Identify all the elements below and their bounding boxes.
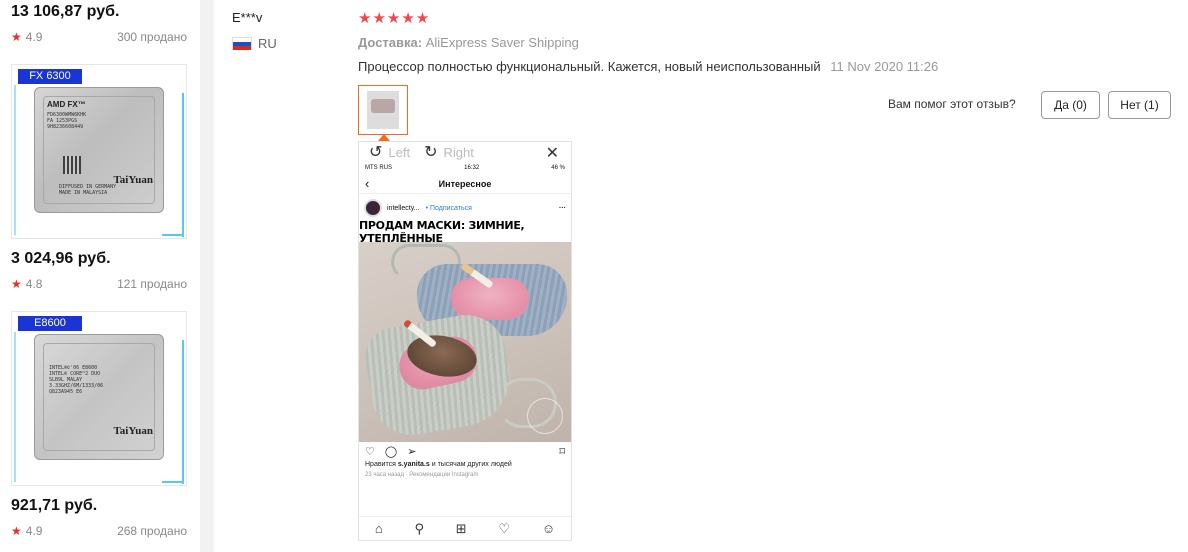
selected-thumb-caret — [378, 134, 390, 141]
more-icon: ··· — [559, 204, 566, 212]
star-icon: ★ — [11, 524, 22, 538]
avatar — [364, 199, 382, 217]
product-sold-count: 268 продано — [117, 524, 187, 538]
product-thumbnail[interactable]: AMD FX™ FD6300WMW6KHK FA 1253PGS 9H82366… — [11, 64, 187, 239]
delivery-label: Доставка: — [358, 35, 423, 50]
reviewer-country: RU — [232, 36, 277, 51]
review-photo-thumbnail[interactable] — [358, 85, 408, 135]
chip-origin: DIFFUSED IN GERMANY MADE IN MALAYSIA — [59, 184, 117, 196]
heart-icon: ♡ — [498, 520, 511, 536]
helpful-yes-button[interactable]: Да (0) — [1041, 91, 1100, 119]
ig-post-meta: 23 часа назад · Рекомендации Instagram — [365, 472, 479, 478]
rotate-left-label: Left — [388, 144, 411, 160]
product-thumbnail[interactable]: INTEL®©'06 E8600 INTEL® CORE™2 DUO SLB9L… — [11, 311, 187, 486]
product-price[interactable]: 3 024,96 руб. — [11, 250, 111, 268]
heart-icon: ♡ — [365, 445, 375, 458]
thumb-highlight — [182, 340, 184, 484]
star-icon: ★ — [11, 30, 22, 44]
product-rating: 4.9 — [25, 30, 43, 44]
product-rating: 4.8 — [25, 277, 43, 291]
phone-status-bar: MTS RUS 16:32 46 % — [359, 162, 571, 174]
star-icon: ★ — [11, 277, 22, 291]
ig-follow: • Подписаться — [425, 204, 472, 212]
chip-brand: TaiYuan — [113, 174, 153, 186]
viewer-toolbar: ↺ Left ↻ Right ✕ — [359, 142, 571, 162]
phone-time: 16:32 — [464, 165, 480, 171]
product-sold-count: 121 продано — [117, 277, 187, 291]
battery: 46 % — [551, 165, 565, 171]
qr-code — [63, 156, 81, 174]
country-code: RU — [258, 36, 277, 51]
masks-photo — [359, 242, 571, 442]
chip-markings: FD6300WMW6KHK FA 1253PGS 9H8236608449 — [47, 112, 87, 130]
rotate-left-button[interactable]: ↺ Left — [369, 142, 410, 162]
watermark-stamp — [527, 398, 563, 434]
review-photo-viewer: ↺ Left ↻ Right ✕ MTS RUS 16:32 46 % ‹ Ин… — [358, 141, 572, 541]
ig-tab-bar: ⌂ ⚲ ⊞ ♡ ☺ — [359, 516, 571, 540]
chip-brand: TaiYuan — [113, 425, 153, 437]
rotate-right-icon: ↻ — [424, 144, 438, 161]
profile-icon: ☺ — [541, 521, 556, 536]
rotate-right-button[interactable]: ↻ Right — [424, 142, 474, 162]
product-meta: ★ 4.8 121 продано — [11, 277, 187, 291]
helpful-no-button[interactable]: Нет (1) — [1108, 91, 1171, 119]
reviewer-name: E***v — [232, 10, 263, 25]
cpu-image: AMD FX™ FD6300WMW6KHK FA 1253PGS 9H82366… — [34, 87, 164, 213]
product-tag: E8600 — [18, 316, 82, 331]
delivery-info: Доставка: AliExpress Saver Shipping — [358, 35, 579, 50]
product-tag: FX 6300 — [18, 69, 82, 84]
review-body: Процессор полностью функциональный. Каже… — [358, 59, 938, 74]
column-divider — [200, 0, 214, 552]
ig-username: intellecty... — [387, 204, 420, 212]
product-meta: ★ 4.9 300 продано — [11, 30, 187, 44]
carrier: MTS RUS — [365, 165, 392, 171]
rotate-right-label: Right — [443, 144, 474, 160]
thumb-highlight — [14, 85, 16, 235]
review-date: 11 Nov 2020 11:26 — [830, 59, 939, 74]
product-price[interactable]: 921,71 руб. — [11, 497, 97, 515]
delivery-method: AliExpress Saver Shipping — [425, 35, 579, 50]
comment-icon: ◯ — [384, 445, 398, 458]
cpu-image: INTEL®©'06 E8600 INTEL® CORE™2 DUO SLB9L… — [34, 334, 164, 460]
review-text: Процессор полностью функциональный. Каже… — [358, 59, 821, 74]
product-meta: ★ 4.9 268 продано — [11, 524, 187, 538]
thumb-highlight — [182, 93, 184, 237]
share-icon: ➢ — [407, 445, 417, 458]
ig-actions: ♡ ◯ ➢ ⌑ — [359, 442, 571, 460]
product-rating: 4.9 — [25, 524, 43, 538]
chip-logo-text: AMD FX™ — [47, 100, 86, 109]
product-sold-count: 300 продано — [117, 30, 187, 44]
close-icon[interactable]: ✕ — [546, 143, 559, 163]
bookmark-icon: ⌑ — [559, 445, 565, 458]
review-rating-stars: ★★★★★ — [358, 10, 431, 27]
review-photo: MTS RUS 16:32 46 % ‹ Интересное intellec… — [359, 162, 571, 540]
ig-post-headline: ПРОДАМ МАСКИ: ЗИМНИЕ, УТЕПЛЁННЫЕ — [359, 219, 525, 245]
thumb-highlight — [162, 481, 184, 483]
back-icon: ‹ — [365, 176, 370, 191]
ig-post-header: intellecty... • Подписаться ··· — [359, 194, 571, 222]
chip-markings: INTEL®©'06 E8600 INTEL® CORE™2 DUO SLB9L… — [49, 365, 104, 395]
ig-likes: Нравится s.yanita.s и тысячам других люд… — [365, 461, 512, 468]
add-post-icon: ⊞ — [455, 520, 467, 536]
product-price[interactable]: 13 106,87 руб. — [11, 3, 119, 21]
search-icon: ⚲ — [414, 520, 425, 536]
ig-header: ‹ Интересное — [359, 174, 571, 194]
related-products-column: 13 106,87 руб. ★ 4.9 300 продано AMD FX™… — [0, 0, 200, 552]
thumb-highlight — [14, 332, 16, 482]
rotate-left-icon: ↺ — [369, 144, 383, 161]
page: 13 106,87 руб. ★ 4.9 300 продано AMD FX™… — [0, 0, 1188, 552]
helpful-question: Вам помог этот отзыв? — [888, 97, 1016, 111]
home-icon: ⌂ — [374, 521, 383, 536]
thumb-highlight — [162, 234, 184, 236]
russia-flag-icon — [232, 37, 252, 50]
ig-screen-title: Интересное — [438, 178, 492, 189]
